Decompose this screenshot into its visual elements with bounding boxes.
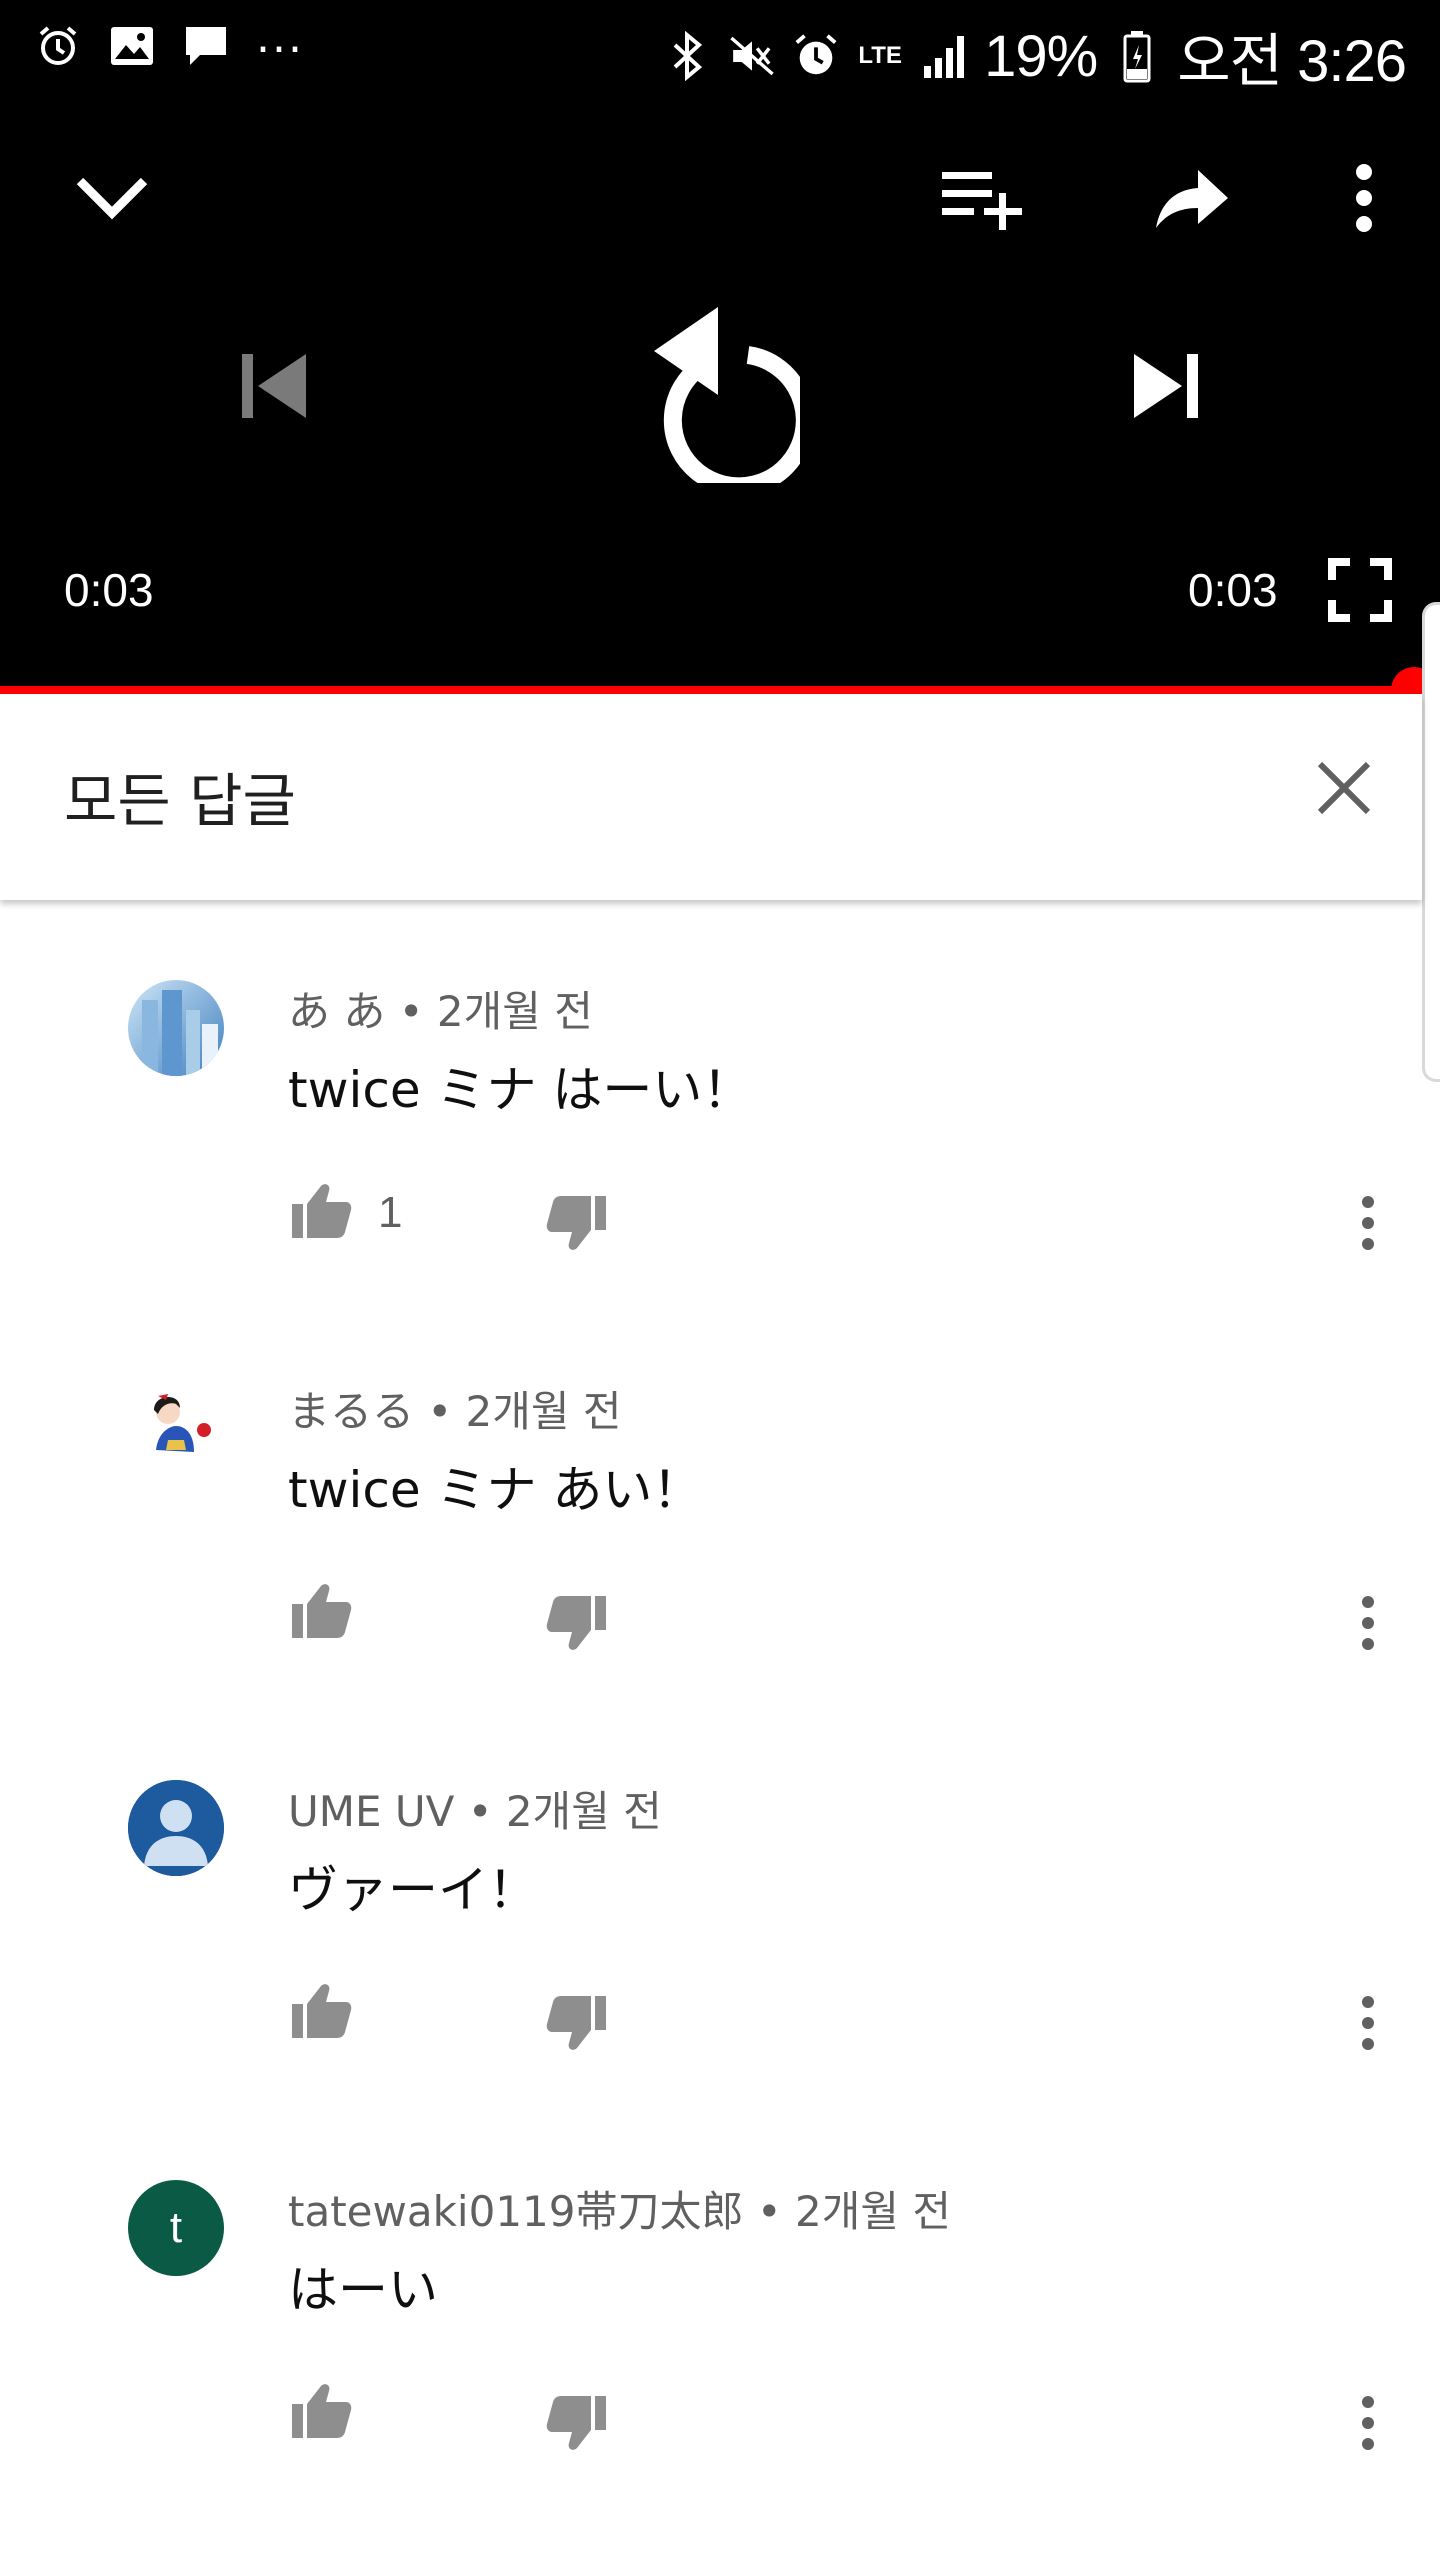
dislike-button[interactable] [542,1190,612,1260]
dislike-button[interactable] [542,1990,612,2060]
status-left: ... [34,16,304,70]
like-button[interactable] [286,1978,356,2048]
comment-text: ヴァーイ！ [288,1861,538,1919]
more-options-button[interactable] [1314,150,1414,250]
chevron-down-icon [74,173,150,227]
current-time: 0:03 [64,564,154,616]
total-time: 0:03 [1188,564,1278,616]
avatar-letter: t [169,2203,183,2252]
thumb-up-icon [290,1182,352,1244]
comment-meta: まるる • 2개월 전 [288,1378,622,1439]
player-top-controls [0,150,1440,250]
comment-text: はーい [288,2261,438,2319]
progress-bar[interactable] [0,686,1440,694]
more-vert-icon [1361,1996,1375,2054]
comment-item: UME UV • 2개월 전 ヴァーイ！ [0,1700,1422,2100]
comment-item: あ あ • 2개월 전 twice ミナ はーい！ 1 [0,900,1422,1300]
battery-icon [1113,31,1161,83]
comment-more-button[interactable] [1338,1990,1398,2060]
avatar[interactable]: t [128,2180,224,2276]
panel-title: 모든 답글 [64,767,296,835]
dislike-button[interactable] [542,2390,612,2460]
message-icon [182,22,230,70]
avatar[interactable] [128,980,224,1076]
thumb-down-icon [546,1594,608,1656]
comment-meta: tatewaki0119帯刀太郎 • 2개월 전 [288,2178,951,2239]
comment-meta: あ あ • 2개월 전 [288,978,593,1039]
status-overflow: ... [256,12,304,63]
panel-edge [1422,602,1440,1082]
share-icon [1154,166,1230,234]
comment-author[interactable]: あ あ [288,987,385,1036]
previous-icon [232,346,312,430]
meta-separator: • [454,1787,506,1836]
comment-more-button[interactable] [1338,2390,1398,2460]
more-vert-icon [1361,2396,1375,2454]
signal-icon [920,32,968,80]
share-button[interactable] [1142,150,1242,250]
next-button[interactable] [1118,338,1218,438]
like-button[interactable] [286,1178,356,1248]
like-button[interactable] [286,2378,356,2448]
comment-more-button[interactable] [1338,1590,1398,1660]
comment-age: 2개월 전 [465,1387,622,1436]
clock: 오전 3:26 [1177,29,1407,94]
alarm-icon [792,32,840,80]
next-icon [1128,346,1208,430]
comment-author[interactable]: tatewaki0119帯刀太郎 [288,2187,743,2236]
like-count: 1 [378,1188,403,1237]
replay-button[interactable] [620,290,820,496]
comment-item: t tatewaki0119帯刀太郎 • 2개월 전 はーい [0,2100,1422,2500]
comment-age: 2개월 전 [436,987,593,1036]
replay-icon [640,293,814,496]
image-icon [108,22,156,70]
comment-author[interactable]: UME UV [288,1787,454,1836]
thumb-down-icon [546,1994,608,2056]
avatar[interactable] [128,1780,224,1876]
avatar[interactable] [128,1380,224,1476]
bluetooth-icon [664,31,712,81]
more-vert-icon [1361,1596,1375,1654]
comment-item: まるる • 2개월 전 twice ミナ あい！ [0,1300,1422,1700]
comment-age: 2개월 전 [794,2187,951,2236]
dislike-button[interactable] [542,1590,612,1660]
comment-list: あ あ • 2개월 전 twice ミナ はーい！ 1 まるる • 2개월 전 … [0,900,1422,2500]
comment-more-button[interactable] [1338,1190,1398,1260]
playback-controls [0,290,1440,496]
thumb-up-icon [290,2382,352,2444]
minimize-button[interactable] [62,150,162,250]
like-button[interactable] [286,1578,356,1648]
thumb-down-icon [546,1194,608,1256]
comment-author[interactable]: まるる [288,1387,414,1436]
thumb-down-icon [546,2394,608,2456]
video-player[interactable]: ... LTE 19% 오전 3:26 0:03 0:03 [0,0,1440,690]
meta-separator: • [385,987,437,1036]
lte-icon: LTE [858,42,902,69]
more-vert-icon [1354,163,1374,237]
add-to-playlist-button[interactable] [932,150,1032,250]
close-button[interactable] [1306,752,1382,828]
more-vert-icon [1361,1196,1375,1254]
meta-separator: • [414,1387,466,1436]
comment-meta: UME UV • 2개월 전 [288,1778,662,1839]
mute-icon [728,32,776,80]
thumb-up-icon [290,1582,352,1644]
add-to-playlist-icon [940,166,1024,234]
status-bar: ... LTE 19% 오전 3:26 [0,0,1440,100]
close-icon [1314,758,1374,822]
fullscreen-button[interactable] [1310,542,1410,642]
fullscreen-icon [1328,558,1392,626]
comment-age: 2개월 전 [505,1787,662,1836]
replies-header: 모든 답글 [0,694,1422,900]
comment-text: twice ミナ あい！ [288,1461,703,1519]
thumb-up-icon [290,1982,352,2044]
battery-percent: 19% [984,23,1098,89]
previous-button[interactable] [222,338,322,438]
status-right: LTE 19% 오전 3:26 [664,14,1407,98]
meta-separator: • [743,2187,795,2236]
comment-text: twice ミナ はーい！ [288,1061,753,1119]
alarm-icon [34,22,82,70]
